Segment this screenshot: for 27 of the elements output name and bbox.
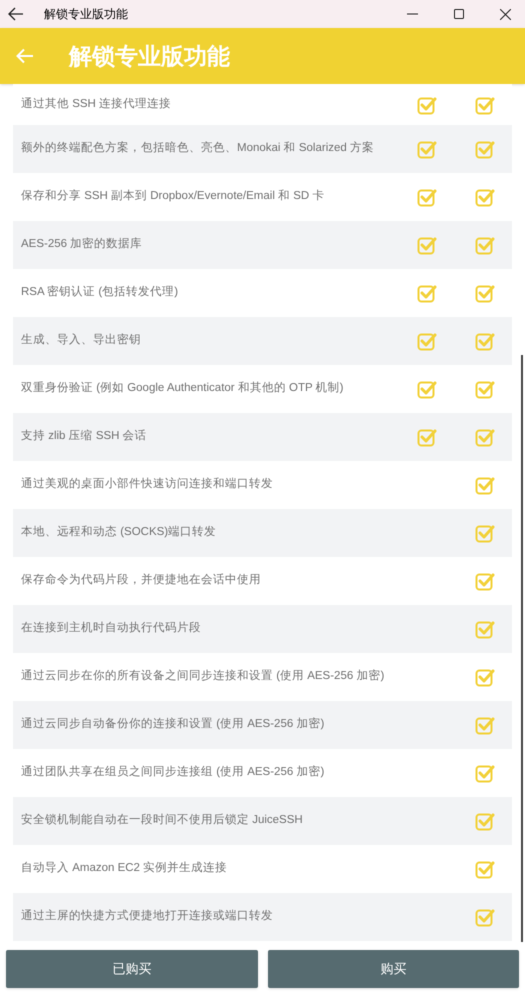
feature-label: 通过云同步自动备份你的连接和设置 (使用 AES-256 加密) bbox=[21, 716, 326, 732]
feature-label: 自动导入 Amazon EC2 实例并生成连接 bbox=[21, 860, 228, 876]
feature-label: 通过云同步在你的所有设备之间同步连接和设置 (使用 AES-256 加密) bbox=[21, 668, 386, 684]
back-arrow-icon[interactable] bbox=[8, 7, 24, 21]
app-bar-title: 解锁专业版功能 bbox=[69, 42, 230, 71]
feature-label: 通过美观的桌面小部件快速访问连接和端口转发 bbox=[21, 476, 274, 492]
maximize-icon[interactable] bbox=[454, 9, 464, 19]
feature-label: AES-256 加密的数据库 bbox=[21, 236, 144, 252]
purchase-button[interactable]: 购买 bbox=[268, 950, 519, 988]
feature-label: 本地、远程和动态 (SOCKS)端口转发 bbox=[21, 524, 218, 540]
feature-label: 保存命令为代码片段，并便捷地在会话中使用 bbox=[21, 572, 262, 588]
feature-label: 通过团队共享在组员之间同步连接组 (使用 AES-256 加密) bbox=[21, 764, 326, 780]
feature-label: RSA 密钥认证 (包括转发代理) bbox=[21, 284, 180, 300]
feature-label: 额外的终端配色方案，包括暗色、亮色、Monokai 和 Solarized 方案 bbox=[21, 140, 375, 156]
feature-label: 支持 zlib 压缩 SSH 会话 bbox=[21, 428, 148, 444]
feature-label: 生成、导入、导出密钥 bbox=[21, 332, 142, 348]
feature-label: 通过主屏的快捷方式便捷地打开连接或端口转发 bbox=[21, 908, 274, 924]
close-icon[interactable] bbox=[500, 8, 511, 20]
feature-label: 在连接到主机时自动执行代码片段 bbox=[21, 620, 202, 636]
scrollbar[interactable] bbox=[521, 355, 523, 942]
feature-label: 双重身份验证 (例如 Google Authenticator 和其他的 OTP 机制) bbox=[21, 380, 344, 396]
feature-label: 通过其他 SSH 连接代理连接 bbox=[21, 96, 172, 112]
minimize-icon[interactable] bbox=[407, 13, 418, 15]
feature-label: 安全锁机制能自动在一段时间不使用后锁定 JuiceSSH bbox=[21, 812, 304, 828]
window-title: 解锁专业版功能 bbox=[44, 6, 128, 23]
feature-label: 保存和分享 SSH 副本到 Dropbox/Evernote/Email 和 SD 卡 bbox=[21, 188, 326, 204]
purchase-button[interactable]: 已购买 bbox=[6, 950, 258, 988]
